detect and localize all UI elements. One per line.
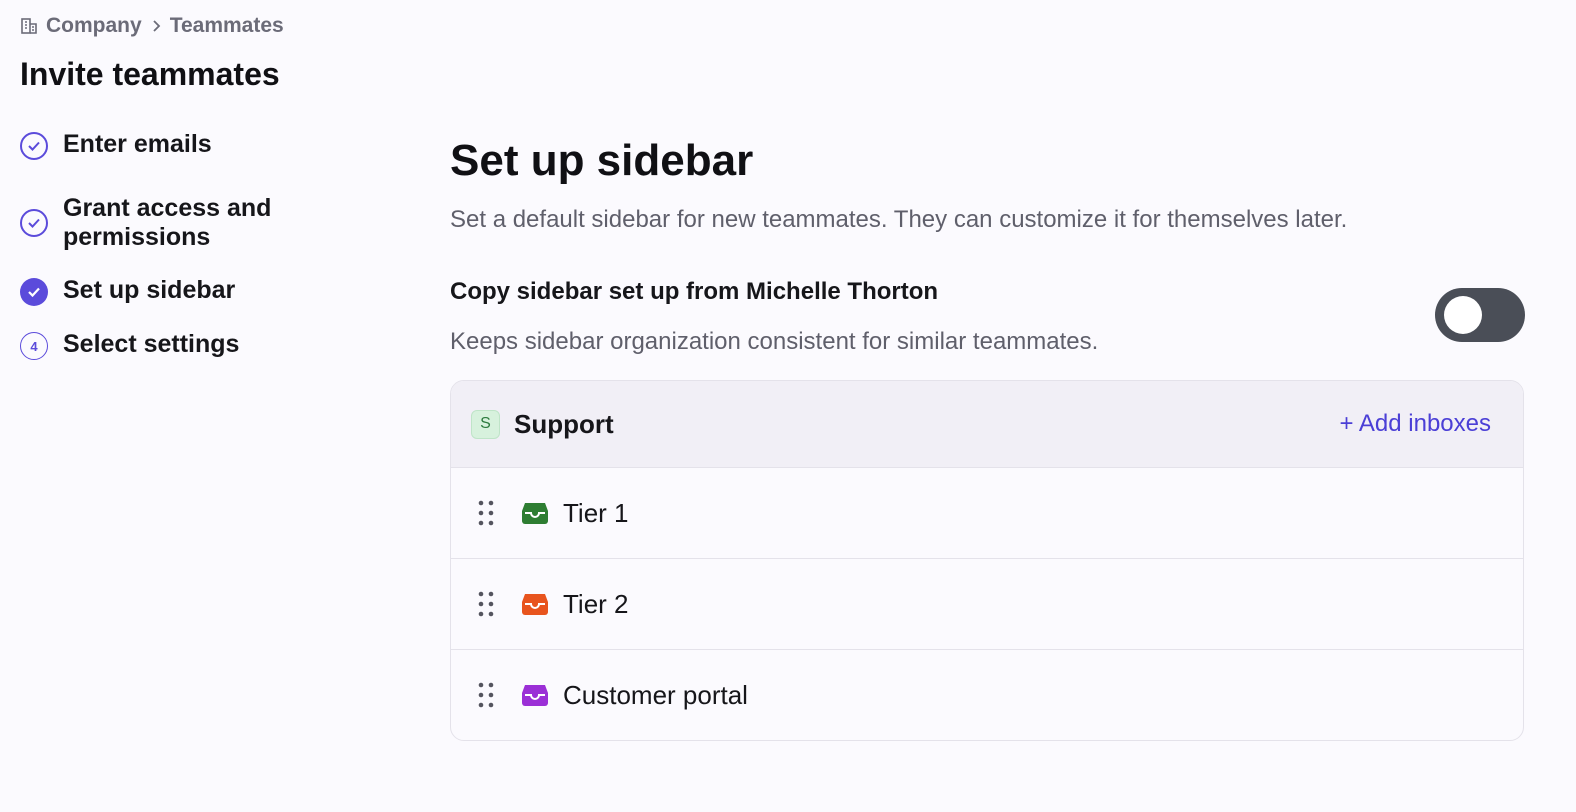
breadcrumb-company-link[interactable]: Company <box>46 14 142 38</box>
team-avatar: S <box>471 409 500 439</box>
add-inboxes-button[interactable]: + Add inboxes <box>1340 410 1491 438</box>
breadcrumb-current: Teammates <box>169 14 284 37</box>
list-item: Tier 2 <box>451 559 1523 650</box>
breadcrumb: Company Teammates <box>20 14 284 38</box>
step-label: Enter emails <box>63 130 212 158</box>
step-label: Set up sidebar <box>63 276 236 304</box>
copy-sidebar-toggle[interactable] <box>1435 288 1525 342</box>
inbox-icon <box>522 685 548 706</box>
chevron-right-icon <box>150 18 162 34</box>
step-label-line1: Grant access and <box>63 194 272 222</box>
page-title: Invite teammates <box>20 56 280 92</box>
check-circle-icon <box>20 209 48 237</box>
building-icon <box>20 17 38 35</box>
inbox-label: Tier 1 <box>563 497 629 528</box>
step-enter-emails[interactable]: Enter emails <box>20 130 360 160</box>
copy-sidebar-description: Keeps sidebar organization consistent fo… <box>450 328 1099 355</box>
drag-handle-icon[interactable] <box>477 499 495 527</box>
inbox-icon <box>522 594 548 615</box>
step-number-badge: 4 <box>20 332 48 360</box>
list-item: Tier 1 <box>451 468 1523 559</box>
drag-handle-icon[interactable] <box>477 681 495 709</box>
main-content: Set up sidebar Set a default sidebar for… <box>450 130 1525 741</box>
drag-handle-icon[interactable] <box>477 590 495 618</box>
copy-sidebar-setting: Copy sidebar set up from Michelle Thorto… <box>450 278 1525 368</box>
check-circle-filled-icon <box>20 278 48 306</box>
step-label: Grant access and permissions <box>63 194 271 252</box>
team-inboxes-card: S Support + Add inboxes Tier 1 Tier 2 Cu… <box>450 380 1524 741</box>
step-grant-access[interactable]: Grant access and permissions <box>20 194 360 252</box>
step-select-settings[interactable]: 4 Select settings <box>20 330 360 360</box>
inbox-icon <box>522 503 548 524</box>
check-circle-icon <box>20 132 48 160</box>
copy-sidebar-title: Copy sidebar set up from Michelle Thorto… <box>450 278 939 305</box>
team-header: S Support + Add inboxes <box>451 381 1523 468</box>
step-label-line2: permissions <box>63 223 211 251</box>
step-set-up-sidebar[interactable]: Set up sidebar <box>20 276 360 306</box>
section-title: Set up sidebar <box>450 136 754 185</box>
step-label: Select settings <box>63 330 240 358</box>
list-item: Customer portal <box>451 650 1523 740</box>
toggle-knob <box>1444 296 1482 334</box>
section-subtitle: Set a default sidebar for new teammates.… <box>450 206 1348 233</box>
inbox-label: Tier 2 <box>563 588 629 619</box>
stepper: Enter emails Grant access and permission… <box>20 130 360 384</box>
team-name: Support <box>514 408 614 439</box>
inbox-label: Customer portal <box>563 679 748 710</box>
